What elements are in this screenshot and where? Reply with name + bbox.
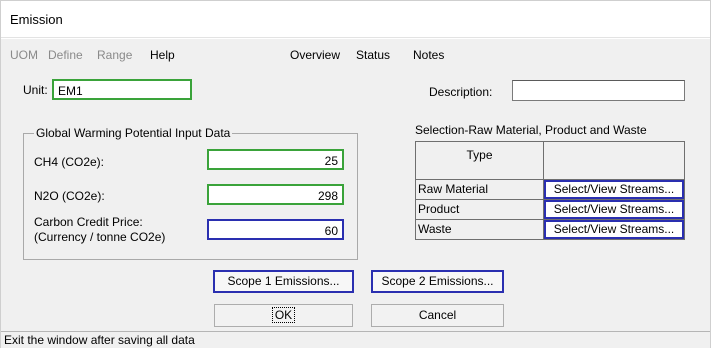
title-bar: Emission [1,1,710,38]
menu-overview[interactable]: Overview [290,48,340,62]
select-streams-waste-button[interactable]: Select/View Streams... [544,220,684,239]
emission-window: Emission UOM Define Range Help Overview … [0,0,711,348]
cancel-button[interactable]: Cancel [371,304,504,327]
description-label: Description: [429,85,493,99]
carbon-price-unit-label: (Currency / tonne CO2e) [34,230,166,244]
menu-notes[interactable]: Notes [413,48,444,62]
n2o-field[interactable]: 298 [207,184,344,205]
menu-uom[interactable]: UOM [10,48,38,62]
row-type-raw-material: Raw Material [416,180,544,199]
row-type-product: Product [416,200,544,219]
ok-button-label: OK [271,307,296,323]
unit-field[interactable]: EM1 [52,79,192,100]
table-row: Raw Material Select/View Streams... [416,180,684,200]
ch4-field[interactable]: 25 [207,149,344,170]
row-type-waste: Waste [416,220,544,239]
description-field[interactable] [512,80,685,101]
carbon-price-field[interactable]: 60 [207,219,344,240]
n2o-label: N2O (CO2e): [34,189,105,203]
dialog-body: Unit: EM1 Description: Global Warming Po… [1,69,710,331]
menu-help[interactable]: Help [150,48,175,62]
selection-table: Type Raw Material Select/View Streams...… [415,141,685,240]
empty-column-header [544,142,684,179]
menu-status[interactable]: Status [356,48,390,62]
select-streams-raw-material-button[interactable]: Select/View Streams... [544,180,684,199]
table-header-row: Type [416,142,684,180]
status-bar: Exit the window after saving all data [1,331,710,348]
ch4-label: CH4 (CO2e): [34,155,105,169]
window-title: Emission [10,12,63,27]
menu-define[interactable]: Define [48,48,83,62]
scope1-emissions-button[interactable]: Scope 1 Emissions... [213,270,354,293]
scope2-emissions-button[interactable]: Scope 2 Emissions... [371,270,504,293]
select-streams-product-button[interactable]: Select/View Streams... [544,200,684,219]
table-row: Product Select/View Streams... [416,200,684,220]
ok-button[interactable]: OK [214,304,353,327]
gwp-legend: Global Warming Potential Input Data [34,126,233,140]
carbon-price-label: Carbon Credit Price: [34,215,143,229]
type-column-header: Type [416,142,544,179]
selection-title: Selection-Raw Material, Product and Wast… [415,123,647,137]
menu-range[interactable]: Range [97,48,132,62]
unit-label: Unit: [23,83,48,97]
status-text: Exit the window after saving all data [4,333,195,347]
menu-bar: UOM Define Range Help Overview Status No… [1,39,710,69]
table-row: Waste Select/View Streams... [416,220,684,239]
